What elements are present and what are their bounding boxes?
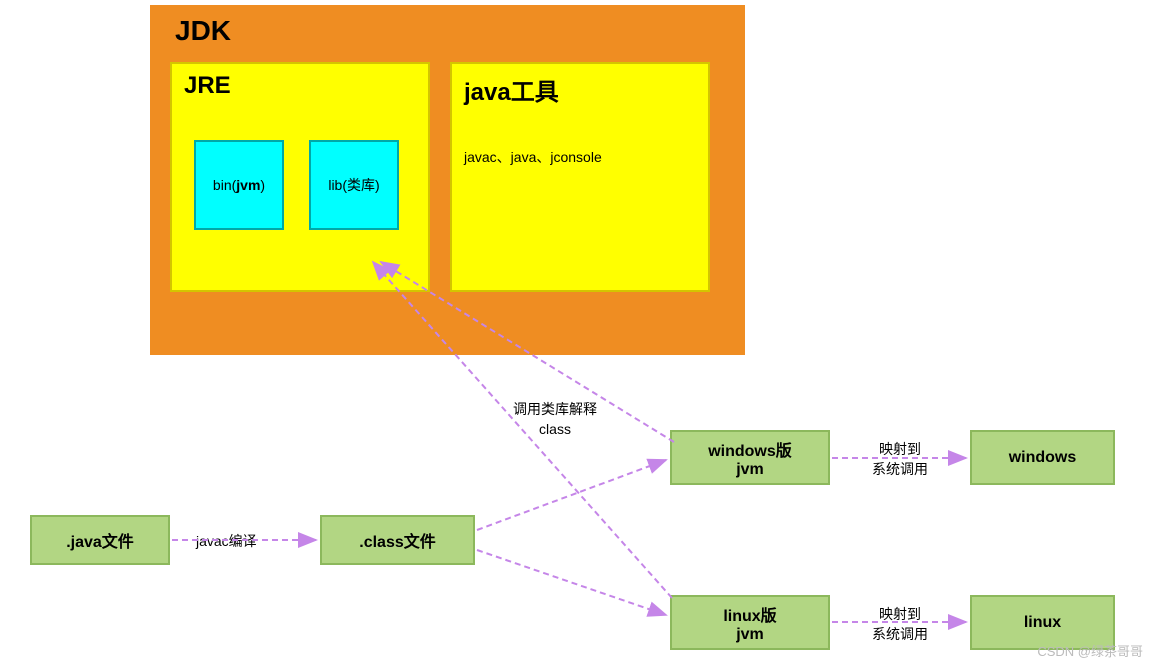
linux-jvm-line1: linux版: [723, 602, 776, 626]
jdk-container: JDK JRE bin(jvm) lib(类库) java工具 javac、ja…: [150, 5, 745, 355]
lib-box: lib(类库): [309, 140, 399, 230]
linux-jvm-line2: jvm: [736, 626, 764, 644]
class-file-label: .class文件: [359, 528, 436, 552]
jdk-title: JDK: [175, 15, 725, 47]
class-file-box: .class文件: [320, 515, 475, 565]
map-sys-label-2: 映射到 系统调用: [860, 605, 940, 644]
java-tools-container: java工具 javac、java、jconsole: [450, 62, 710, 292]
jre-container: JRE bin(jvm) lib(类库): [170, 62, 430, 292]
windows-box: windows: [970, 430, 1115, 485]
tools-list: javac、java、jconsole: [464, 147, 696, 167]
java-file-box: .java文件: [30, 515, 170, 565]
linux-jvm-box: linux版 jvm: [670, 595, 830, 650]
java-file-label: .java文件: [66, 528, 134, 552]
win-jvm-line2: jvm: [736, 461, 764, 479]
win-jvm-line1: windows版: [708, 437, 792, 461]
windows-label: windows: [1009, 449, 1077, 467]
jre-title: JRE: [184, 72, 416, 100]
tools-title: java工具: [464, 72, 696, 107]
call-lib-label: 调用类库解释 class: [500, 400, 610, 439]
watermark: CSDN @绿茶哥哥: [1037, 641, 1143, 660]
jre-inner: bin(jvm) lib(类库): [184, 140, 416, 230]
windows-jvm-box: windows版 jvm: [670, 430, 830, 485]
javac-label: javac编译: [196, 532, 257, 552]
bin-jvm-box: bin(jvm): [194, 140, 284, 230]
map-sys-label-1: 映射到 系统调用: [860, 440, 940, 479]
lib-label: lib(类库): [328, 175, 379, 195]
bin-label: bin(jvm): [213, 177, 265, 193]
jdk-inner-row: JRE bin(jvm) lib(类库) java工具 javac、java、j…: [170, 62, 725, 292]
linux-label: linux: [1024, 614, 1061, 632]
